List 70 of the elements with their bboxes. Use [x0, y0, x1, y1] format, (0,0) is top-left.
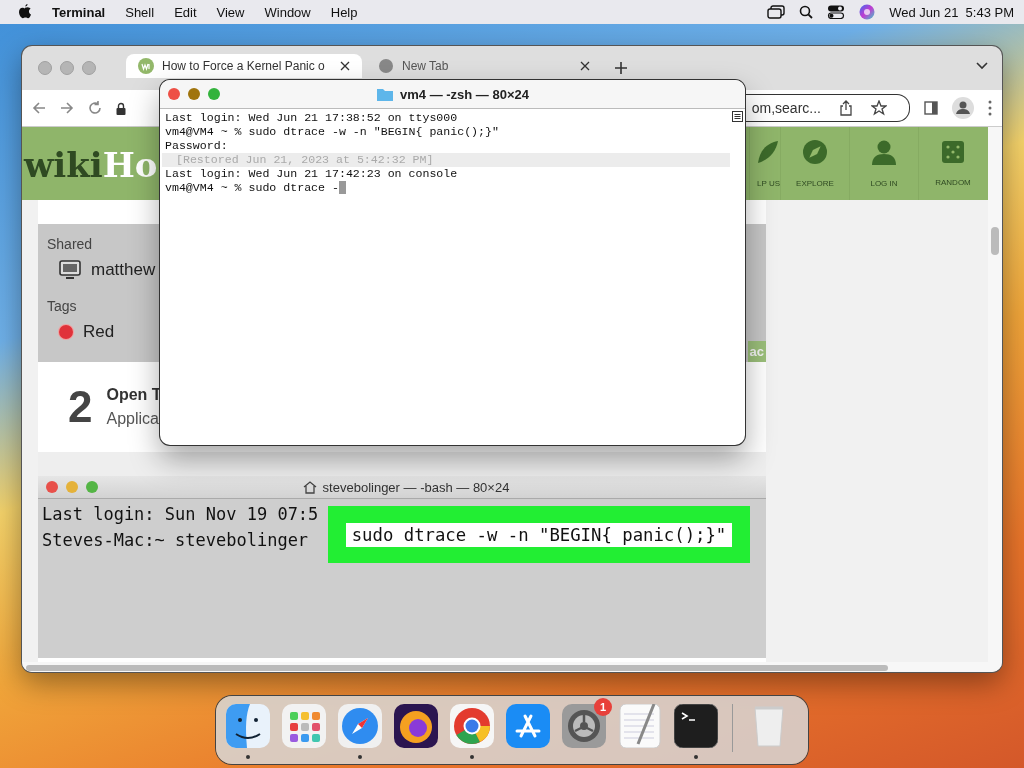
browser-tab[interactable]: New Tab: [366, 54, 602, 78]
browser-tab[interactable]: How to Force a Kernel Panic o: [126, 54, 362, 78]
nav-link[interactable]: EXPLORE: [796, 179, 834, 188]
compass-icon[interactable]: [338, 704, 382, 748]
more-menu-icon[interactable]: [988, 100, 992, 116]
forward-icon[interactable]: [60, 101, 74, 115]
profile-icon[interactable]: [952, 97, 974, 119]
window-title: stevebolinger — -bash — 80×24: [322, 479, 510, 495]
sidebar-icon[interactable]: [924, 101, 938, 115]
control-center-icon[interactable]: [827, 5, 846, 19]
folder-icon: [376, 86, 394, 102]
share-icon[interactable]: [839, 100, 853, 116]
tab-close-icon[interactable]: [340, 61, 350, 71]
menu-item[interactable]: Shell: [125, 4, 155, 20]
star-icon[interactable]: [871, 100, 887, 116]
marks-icon[interactable]: [732, 111, 743, 122]
app-menu[interactable]: Terminal: [52, 4, 106, 20]
favicon-icon: [138, 58, 154, 74]
home-icon: [302, 480, 317, 494]
apple-logo-icon[interactable]: [18, 4, 32, 20]
menu-item[interactable]: Edit: [174, 4, 197, 20]
terminal-line: [Restored Jun 21, 2023 at 5:42:32 PM]: [176, 153, 434, 167]
menu-item[interactable]: Help: [330, 4, 358, 20]
terminal-line: Steves-Mac:~ stevebolinger: [42, 529, 309, 551]
chevron-down-icon[interactable]: [976, 62, 988, 70]
dice-icon: [941, 140, 965, 164]
notification-badge: 1: [594, 698, 612, 716]
step-number: 2: [68, 382, 93, 432]
vertical-scrollbar[interactable]: [988, 127, 1002, 662]
tab-close-icon[interactable]: [580, 61, 590, 71]
terminal-icon[interactable]: [674, 704, 718, 748]
nav-link[interactable]: LP US: [757, 179, 780, 188]
terminal-line: vm4@VM4 ~ % sudo dtrace -w -n "BEGIN{ panic();}": [165, 125, 499, 139]
menu-item[interactable]: Window: [264, 4, 311, 20]
terminal-line: Last login: Wed Jun 21 17:42:23 on console: [165, 167, 458, 181]
finder-face-icon[interactable]: [226, 704, 270, 748]
horizontal-scrollbar[interactable]: [22, 662, 1002, 672]
sidebar-item[interactable]: Red: [83, 322, 115, 342]
tag-label: ac: [747, 341, 766, 362]
terminal-line: vm4@VM4 ~ % sudo dtrace -: [165, 181, 339, 195]
reload-icon[interactable]: [88, 101, 102, 115]
monitor-icon: [59, 260, 81, 280]
gear-icon[interactable]: [562, 704, 606, 748]
terminal-line: Last login: Sun Nov 19 07:5: [42, 503, 319, 525]
new-tab-icon[interactable]: [614, 61, 628, 75]
minimize-button[interactable]: [188, 88, 200, 100]
back-icon[interactable]: [32, 101, 46, 115]
person-icon: [871, 139, 897, 165]
window-stack-icon[interactable]: [767, 5, 786, 19]
terminal-line: Last login: Wed Jun 21 17:38:52 on ttys000: [165, 111, 458, 125]
siri-icon[interactable]: [859, 4, 876, 20]
compass-icon: [802, 139, 828, 165]
search-icon[interactable]: [799, 5, 814, 19]
app-grid-icon[interactable]: [282, 704, 326, 748]
close-button[interactable]: [168, 88, 180, 100]
sidebar-heading: Shared: [47, 236, 94, 252]
menu-bar-clock[interactable]: Wed Jun 21 5:43 PM: [889, 4, 1014, 20]
app-store-icon[interactable]: [506, 704, 550, 748]
window-title: vm4 — -zsh — 80×24: [400, 86, 529, 102]
menu-item[interactable]: View: [216, 4, 245, 20]
lock-icon: [116, 101, 126, 115]
step-text: Applica: [106, 410, 160, 428]
command-text: sudo dtrace -w -n "BEGIN{ panic();}": [345, 522, 733, 547]
nav-link[interactable]: LOG IN: [870, 179, 898, 188]
sidebar-heading: Tags: [47, 298, 78, 314]
notepad-pen-icon[interactable]: [618, 704, 662, 748]
terminal-line: Password:: [165, 139, 228, 153]
zoom-button[interactable]: [208, 88, 220, 100]
nav-link[interactable]: RANDOM: [935, 178, 971, 187]
sidebar-item[interactable]: matthew: [91, 260, 156, 280]
